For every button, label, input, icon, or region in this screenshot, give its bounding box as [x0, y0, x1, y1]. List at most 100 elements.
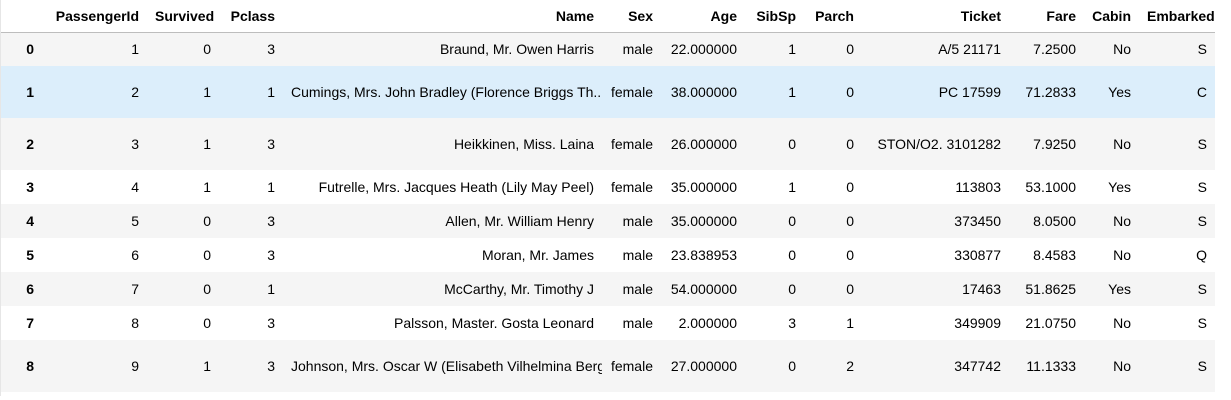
cell-pclass: 3 — [267, 41, 275, 58]
cell-survived: 1 — [203, 84, 211, 100]
cell-passengerid: 9 — [131, 358, 139, 374]
cell-parch: 0 — [846, 41, 854, 58]
cell-sibsp: 3 — [788, 315, 796, 331]
cell-age: 38.000000 — [670, 84, 737, 100]
cell-passengerid: 1 — [131, 41, 139, 58]
header-parch: Parch — [804, 0, 862, 33]
header-embarked: Embarked — [1139, 0, 1215, 33]
header-index — [1, 0, 42, 33]
cell-fare: 53.1000 — [1025, 179, 1076, 195]
cell-cabin: No — [1113, 213, 1131, 229]
cell-ticket: 113803 — [955, 179, 1001, 195]
cell-pclass: 3 — [267, 213, 275, 229]
header-sibsp: SibSp — [745, 0, 804, 33]
cell-ticket: STON/O2. 3101282 — [877, 136, 1001, 152]
table-header: PassengerId Survived Pclass Name Sex Age… — [1, 0, 1215, 33]
cell-age: 2.000000 — [678, 315, 737, 331]
cell-age: 22.000000 — [670, 41, 737, 58]
cell-sex: male — [622, 315, 653, 331]
cell-cabin: No — [1113, 358, 1131, 374]
header-age: Age — [661, 0, 745, 33]
cell-embarked: S — [1197, 179, 1207, 195]
cell-pclass: 3 — [267, 315, 275, 331]
cell-sex: male — [622, 247, 653, 263]
cell-fare: 21.0750 — [1025, 315, 1076, 331]
dataframe-output: PassengerId Survived Pclass Name Sex Age… — [0, 0, 1215, 396]
cell-parch: 2 — [846, 358, 854, 374]
cell-parch: 1 — [846, 315, 854, 331]
row-index: 6 — [26, 281, 34, 297]
cell-passengerid: 6 — [131, 247, 139, 263]
cell-parch: 0 — [846, 247, 854, 263]
cell-sex: male — [622, 41, 653, 58]
header-ticket: Ticket — [862, 0, 1009, 33]
cell-cabin: No — [1113, 136, 1131, 152]
header-cabin: Cabin — [1084, 0, 1139, 33]
cell-survived: 0 — [203, 41, 211, 58]
cell-name: Johnson, Mrs. Oscar W (Elisabeth Vilhelm… — [291, 358, 602, 374]
cell-parch: 0 — [846, 179, 854, 195]
cell-age: 26.000000 — [670, 136, 737, 152]
cell-age: 27.000000 — [670, 358, 737, 374]
cell-age: 23.838953 — [670, 247, 737, 263]
cell-sex: female — [610, 136, 653, 152]
cell-embarked: S — [1197, 358, 1207, 374]
cell-fare: 8.4583 — [1033, 247, 1076, 263]
row-index: 8 — [26, 358, 34, 374]
cell-cabin: Yes — [1108, 84, 1131, 100]
cell-cabin: No — [1113, 247, 1131, 263]
cell-pclass: 1 — [267, 281, 275, 297]
cell-ticket: 349909 — [954, 315, 1001, 331]
cell-age: 35.000000 — [670, 213, 737, 229]
row-index: 0 — [26, 41, 34, 58]
cell-survived: 0 — [203, 247, 211, 263]
table-row: 7 8 0 3 Palsson, Master. Gosta Leonard m… — [1, 306, 1215, 340]
table-row: 5 6 0 3 Moran, Mr. James male 23.838953 … — [1, 238, 1215, 272]
cell-age: 54.000000 — [670, 281, 737, 297]
table-row: 6 7 0 1 McCarthy, Mr. Timothy J male 54.… — [1, 272, 1215, 306]
table-row: 3 4 1 1 Futrelle, Mrs. Jacques Heath (Li… — [1, 170, 1215, 204]
cell-name: Moran, Mr. James — [481, 247, 594, 263]
cell-ticket: 17463 — [962, 281, 1001, 297]
cell-name: Palsson, Master. Gosta Leonard — [394, 315, 594, 331]
cell-cabin: Yes — [1108, 179, 1131, 195]
cell-sibsp: 1 — [788, 179, 796, 195]
table-row: 0 1 0 3 Braund, Mr. Owen Harris male 22.… — [1, 32, 1215, 66]
cell-survived: 1 — [203, 179, 211, 195]
cell-fare: 51.8625 — [1025, 281, 1076, 297]
cell-passengerid: 4 — [131, 179, 139, 195]
header-pclass: Pclass — [219, 0, 283, 33]
cell-age: 35.000000 — [670, 179, 737, 195]
cell-embarked: C — [1196, 84, 1207, 100]
cell-passengerid: 7 — [131, 281, 139, 297]
cell-pclass: 3 — [267, 358, 275, 374]
row-index: 3 — [26, 179, 34, 195]
header-survived: Survived — [147, 0, 219, 33]
cell-passengerid: 2 — [131, 84, 139, 100]
cell-sex: female — [610, 84, 653, 100]
header-name: Name — [283, 0, 602, 33]
cell-parch: 0 — [846, 136, 854, 152]
cell-embarked: Q — [1196, 247, 1207, 263]
cell-passengerid: 5 — [131, 213, 139, 229]
cell-fare: 11.1333 — [1026, 358, 1076, 374]
row-index: 1 — [26, 84, 34, 100]
cell-sibsp: 0 — [788, 247, 796, 263]
cell-name: Futrelle, Mrs. Jacques Heath (Lily May P… — [318, 179, 594, 195]
row-index: 5 — [26, 247, 34, 263]
row-index: 4 — [26, 213, 34, 229]
cell-embarked: S — [1197, 213, 1207, 229]
cell-cabin: No — [1113, 315, 1131, 331]
cell-sibsp: 1 — [788, 84, 796, 100]
cell-sex: male — [622, 213, 653, 229]
cell-survived: 0 — [203, 213, 211, 229]
cell-pclass: 3 — [267, 247, 275, 263]
cell-sibsp: 0 — [788, 358, 796, 374]
cell-fare: 8.0500 — [1033, 213, 1076, 229]
cell-survived: 1 — [203, 136, 211, 152]
row-index: 7 — [26, 315, 34, 331]
cell-survived: 0 — [203, 281, 211, 297]
cell-embarked: S — [1197, 136, 1207, 152]
cell-ticket: 330877 — [954, 247, 1001, 263]
cell-sex: male — [622, 281, 653, 297]
